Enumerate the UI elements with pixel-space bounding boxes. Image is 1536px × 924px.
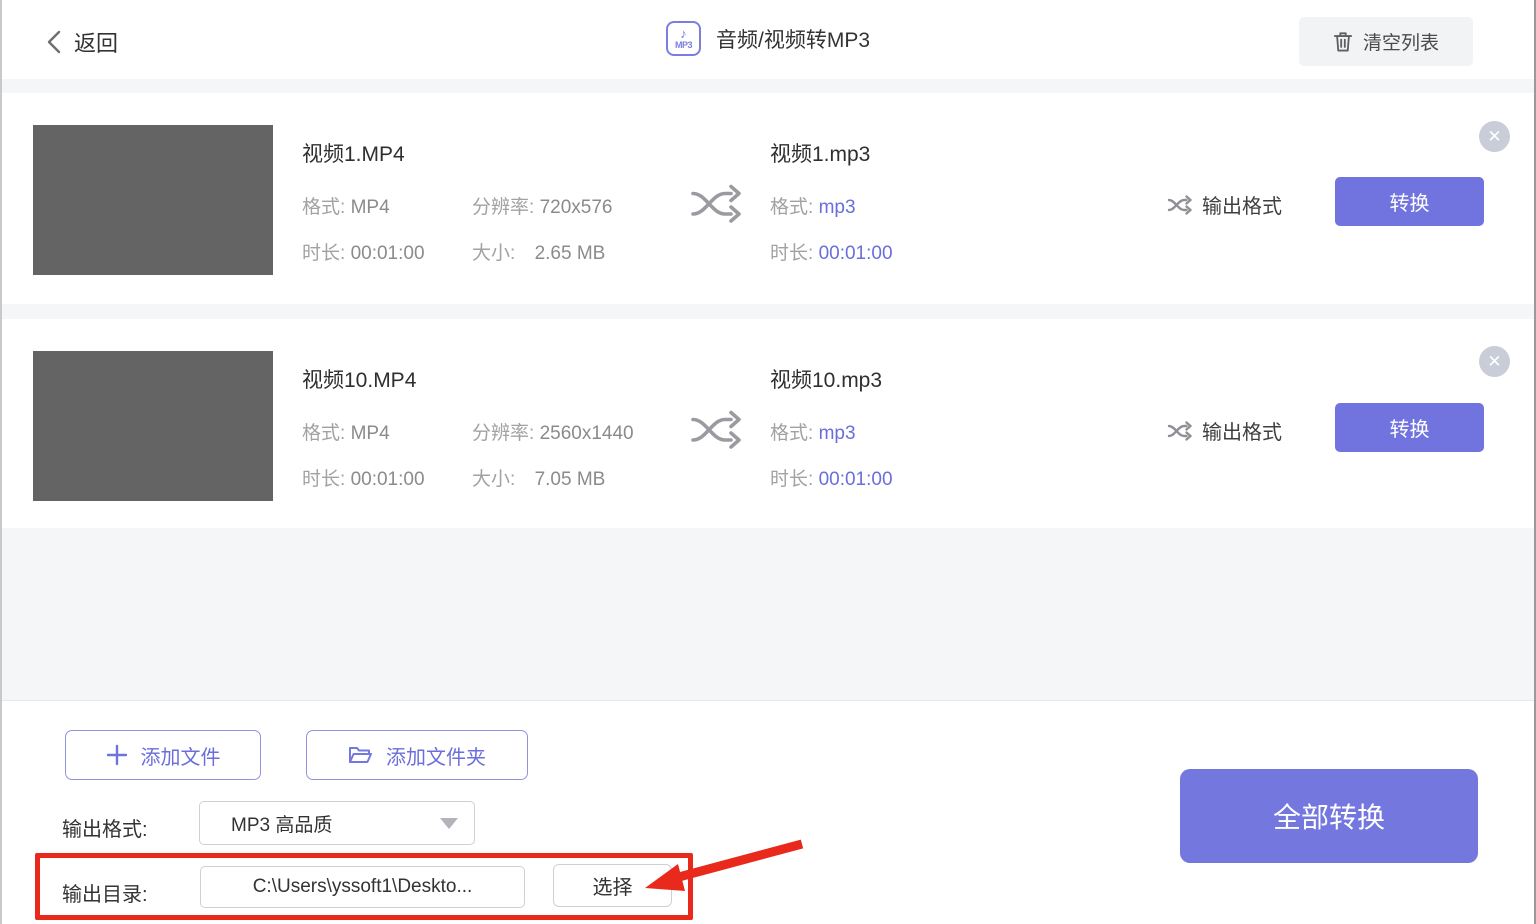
output-format-value: mp3	[819, 423, 856, 444]
output-directory-field-label: 输出目录:	[62, 878, 148, 907]
choose-directory-button[interactable]: 选择	[553, 864, 672, 907]
convert-all-button[interactable]: 全部转换	[1180, 769, 1478, 863]
source-format-value: MP4	[351, 423, 390, 444]
output-directory-input[interactable]: C:\Users\yssoft1\Deskto...	[200, 866, 525, 908]
back-label: 返回	[74, 26, 118, 58]
shuffle-small-icon	[1167, 195, 1193, 215]
output-file-name: 视频1.mp3	[770, 138, 870, 168]
source-file-name: 视频10.MP4	[302, 364, 416, 394]
source-resolution-value: 2560x1440	[540, 423, 634, 444]
convert-button[interactable]: 转换	[1335, 177, 1484, 226]
output-format-label: 格式:	[770, 423, 813, 444]
output-duration-value: 00:01:00	[819, 243, 893, 264]
plus-icon	[106, 744, 128, 766]
chevron-left-icon	[46, 29, 62, 55]
output-duration-label: 时长:	[770, 469, 813, 490]
source-duration-label: 时长:	[302, 243, 345, 264]
converter-app-window: 返回 ♪ MP3 音频/视频转MP3 清空列表 视频1.MP4 格式: MP4 …	[0, 0, 1536, 924]
page-title-group: ♪ MP3 音频/视频转MP3	[666, 21, 870, 56]
output-format-value: mp3	[819, 197, 856, 218]
mp3-badge-icon: ♪ MP3	[666, 21, 701, 56]
output-format-button-label: 输出格式	[1202, 190, 1282, 219]
shuffle-arrows-icon	[690, 409, 742, 451]
source-resolution-value: 720x576	[540, 197, 613, 218]
video-thumbnail	[33, 351, 273, 501]
source-size-value: 7.05 MB	[535, 469, 606, 490]
source-resolution-label: 分辨率:	[472, 423, 534, 444]
page-title: 音频/视频转MP3	[716, 24, 870, 54]
output-duration-label: 时长:	[770, 243, 813, 264]
clear-list-button[interactable]: 清空列表	[1299, 17, 1473, 66]
output-duration-value: 00:01:00	[819, 469, 893, 490]
file-row: 视频10.MP4 格式: MP4 分辨率: 2560x1440 时长: 00:0…	[2, 319, 1534, 528]
caret-down-icon	[440, 818, 458, 829]
output-format-selected-value: MP3 高品质	[231, 810, 440, 837]
source-format-label: 格式:	[302, 423, 345, 444]
source-size-label: 大小:	[472, 243, 515, 264]
output-format-button[interactable]: 输出格式	[1167, 416, 1282, 445]
add-file-button[interactable]: 添加文件	[65, 730, 261, 780]
video-thumbnail	[33, 125, 273, 275]
file-row: 视频1.MP4 格式: MP4 分辨率: 720x576 时长: 00:01:0…	[2, 93, 1534, 304]
source-resolution-label: 分辨率:	[472, 197, 534, 218]
trash-icon	[1333, 30, 1353, 53]
close-icon: ✕	[1487, 352, 1501, 372]
back-button[interactable]: 返回	[46, 26, 118, 58]
output-format-button[interactable]: 输出格式	[1167, 190, 1282, 219]
output-format-select[interactable]: MP3 高品质	[199, 801, 475, 845]
source-duration-value: 00:01:00	[351, 469, 425, 490]
add-folder-button[interactable]: 添加文件夹	[306, 730, 528, 780]
close-icon: ✕	[1487, 127, 1501, 147]
add-folder-label: 添加文件夹	[386, 741, 486, 770]
header-bar: 返回 ♪ MP3 音频/视频转MP3 清空列表	[2, 0, 1534, 79]
output-file-name: 视频10.mp3	[770, 364, 882, 394]
shuffle-arrows-icon	[690, 183, 742, 225]
footer-panel: 添加文件 添加文件夹 输出格式: MP3 高品质 输出目录: C:\Users\…	[2, 700, 1534, 924]
convert-button[interactable]: 转换	[1335, 403, 1484, 452]
source-size-value: 2.65 MB	[535, 243, 606, 264]
source-format-label: 格式:	[302, 197, 345, 218]
source-file-name: 视频1.MP4	[302, 138, 405, 168]
remove-file-button[interactable]: ✕	[1479, 121, 1510, 152]
source-size-label: 大小:	[472, 469, 515, 490]
clear-list-label: 清空列表	[1363, 28, 1439, 55]
source-duration-label: 时长:	[302, 469, 345, 490]
source-format-value: MP4	[351, 197, 390, 218]
folder-icon	[348, 745, 373, 766]
output-format-button-label: 输出格式	[1202, 416, 1282, 445]
remove-file-button[interactable]: ✕	[1479, 346, 1510, 377]
source-duration-value: 00:01:00	[351, 243, 425, 264]
output-format-field-label: 输出格式:	[62, 813, 148, 842]
shuffle-small-icon	[1167, 421, 1193, 441]
add-file-label: 添加文件	[141, 741, 221, 770]
output-format-label: 格式:	[770, 197, 813, 218]
